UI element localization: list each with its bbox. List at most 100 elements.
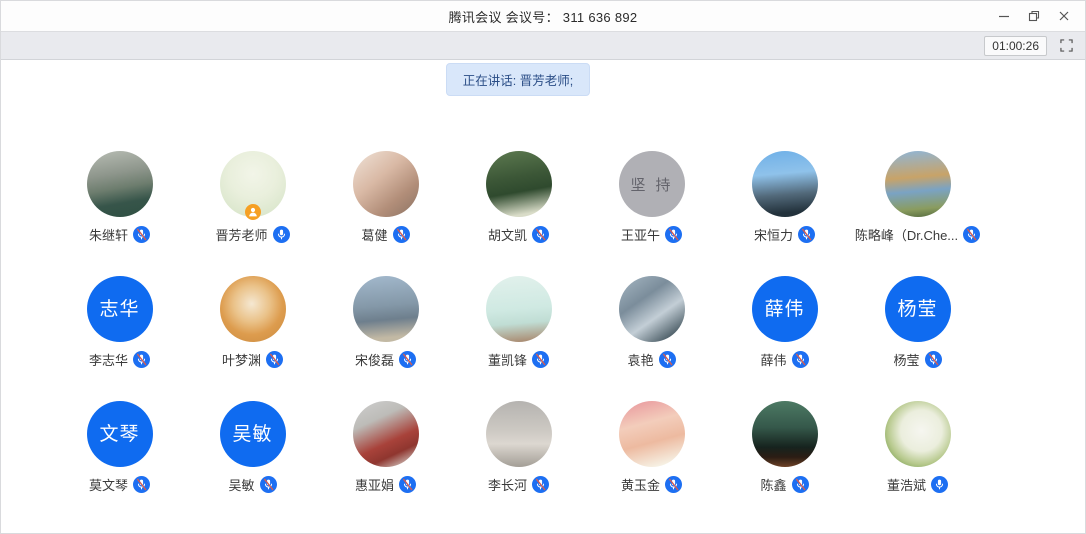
mic-muted-icon — [659, 351, 676, 368]
participant-tile[interactable]: 胡文凯 — [452, 151, 585, 243]
mic-muted-icon — [963, 226, 980, 243]
avatar-initials: 薛伟 — [764, 300, 804, 319]
avatar — [486, 401, 552, 467]
avatar — [619, 401, 685, 467]
participant-name: 李志华 — [89, 350, 128, 369]
mic-muted-icon — [792, 351, 809, 368]
avatar — [752, 151, 818, 217]
participant-name: 杨莹 — [893, 350, 919, 369]
participant-tile[interactable]: 陈鑫 — [718, 401, 851, 493]
avatar-initials: 文琴 — [99, 425, 139, 444]
participant-name: 胡文凯 — [488, 225, 527, 244]
participant-name-row: 董浩斌 — [887, 475, 948, 493]
title-bar: 腾讯会议 会议号： 311 636 892 — [1, 1, 1085, 31]
participant-tile[interactable]: 志华 李志华 — [53, 276, 186, 368]
mic-muted-icon — [399, 351, 416, 368]
speaking-banner: 正在讲话: 晋芳老师; — [446, 63, 590, 96]
participant-name-row: 莫文琴 — [89, 475, 150, 493]
meeting-toolbar: 01:00:26 — [1, 31, 1085, 60]
participant-name-row: 薛伟 — [760, 350, 808, 368]
participant-name: 宋俊磊 — [355, 350, 394, 369]
mic-muted-icon — [393, 226, 410, 243]
participant-tile[interactable]: 宋恒力 — [718, 151, 851, 243]
participant-name: 葛健 — [361, 225, 387, 244]
participant-name-row: 袁艳 — [627, 350, 675, 368]
avatar-initials: 志华 — [99, 300, 139, 319]
participant-tile[interactable]: 杨莹 杨莹 — [851, 276, 984, 368]
participant-name-row: 陈鑫 — [760, 475, 808, 493]
avatar — [353, 276, 419, 342]
participant-name: 袁艳 — [627, 350, 653, 369]
mic-muted-icon — [665, 476, 682, 493]
participant-tile[interactable]: 董凯锋 — [452, 276, 585, 368]
mic-on-icon — [931, 476, 948, 493]
participant-name: 叶梦渊 — [222, 350, 261, 369]
window-controls — [989, 1, 1079, 31]
avatar-initials: 吴敏 — [232, 425, 272, 444]
participant-tile[interactable]: 文琴 莫文琴 — [53, 401, 186, 493]
minimize-button[interactable] — [989, 1, 1019, 31]
participant-name-row: 吴敏 — [228, 475, 276, 493]
participant-tile[interactable]: 宋俊磊 — [319, 276, 452, 368]
participant-name-row: 宋恒力 — [754, 225, 815, 243]
participant-name-row: 黄玉金 — [621, 475, 682, 493]
participant-grid: 朱继轩 — [53, 151, 984, 493]
participant-name-row: 惠亚娟 — [355, 475, 416, 493]
participant-name-row: 李长河 — [488, 475, 549, 493]
avatar — [486, 276, 552, 342]
avatar-overlay-text: 坚持 — [619, 151, 685, 217]
avatar — [885, 151, 951, 217]
mic-muted-icon — [399, 476, 416, 493]
participant-name: 晋芳老师 — [215, 225, 267, 244]
participant-name-row: 晋芳老师 — [215, 225, 289, 243]
mic-muted-icon — [925, 351, 942, 368]
mic-muted-icon — [792, 476, 809, 493]
participant-name: 黄玉金 — [621, 475, 660, 494]
fullscreen-icon[interactable] — [1057, 37, 1075, 55]
participant-name: 王亚午 — [621, 225, 660, 244]
avatar — [752, 401, 818, 467]
mic-muted-icon — [532, 476, 549, 493]
participant-name-row: 叶梦渊 — [222, 350, 283, 368]
participant-name: 董凯锋 — [488, 350, 527, 369]
participant-name: 惠亚娟 — [355, 475, 394, 494]
participant-name: 董浩斌 — [887, 475, 926, 494]
participant-tile[interactable]: 叶梦渊 — [186, 276, 319, 368]
participant-name: 陈略峰（Dr.Che... — [855, 225, 958, 244]
participant-name-row: 杨莹 — [893, 350, 941, 368]
participant-tile[interactable]: 陈略峰（Dr.Che... — [851, 151, 984, 243]
participant-tile[interactable]: 董浩斌 — [851, 401, 984, 493]
participant-name: 朱继轩 — [89, 225, 128, 244]
host-badge-icon — [245, 204, 261, 220]
participant-name-row: 董凯锋 — [488, 350, 549, 368]
participant-tile[interactable]: 李长河 — [452, 401, 585, 493]
participant-tile[interactable]: 袁艳 — [585, 276, 718, 368]
participant-name-row: 葛健 — [361, 225, 409, 243]
mic-muted-icon — [133, 226, 150, 243]
participant-tile[interactable]: 朱继轩 — [53, 151, 186, 243]
mic-muted-icon — [532, 351, 549, 368]
participant-tile[interactable]: 惠亚娟 — [319, 401, 452, 493]
participant-name: 陈鑫 — [760, 475, 786, 494]
participant-tile[interactable]: 吴敏 吴敏 — [186, 401, 319, 493]
mic-muted-icon — [266, 351, 283, 368]
participant-name-row: 胡文凯 — [488, 225, 549, 243]
participant-tile[interactable]: 黄玉金 — [585, 401, 718, 493]
participant-tile[interactable]: 坚持 王亚午 — [585, 151, 718, 243]
avatar — [619, 276, 685, 342]
mic-muted-icon — [133, 476, 150, 493]
close-button[interactable] — [1049, 1, 1079, 31]
window-title: 腾讯会议 会议号： 311 636 892 — [449, 7, 638, 26]
participant-name: 宋恒力 — [754, 225, 793, 244]
mic-muted-icon — [665, 226, 682, 243]
meeting-window: 腾讯会议 会议号： 311 636 892 01:00:26 — [0, 0, 1086, 534]
avatar — [486, 151, 552, 217]
restore-button[interactable] — [1019, 1, 1049, 31]
avatar — [353, 401, 419, 467]
participant-tile[interactable]: 晋芳老师 — [186, 151, 319, 243]
avatar: 薛伟 — [752, 276, 818, 342]
avatar: 杨莹 — [885, 276, 951, 342]
participant-name: 李长河 — [488, 475, 527, 494]
participant-tile[interactable]: 葛健 — [319, 151, 452, 243]
participant-tile[interactable]: 薛伟 薛伟 — [718, 276, 851, 368]
